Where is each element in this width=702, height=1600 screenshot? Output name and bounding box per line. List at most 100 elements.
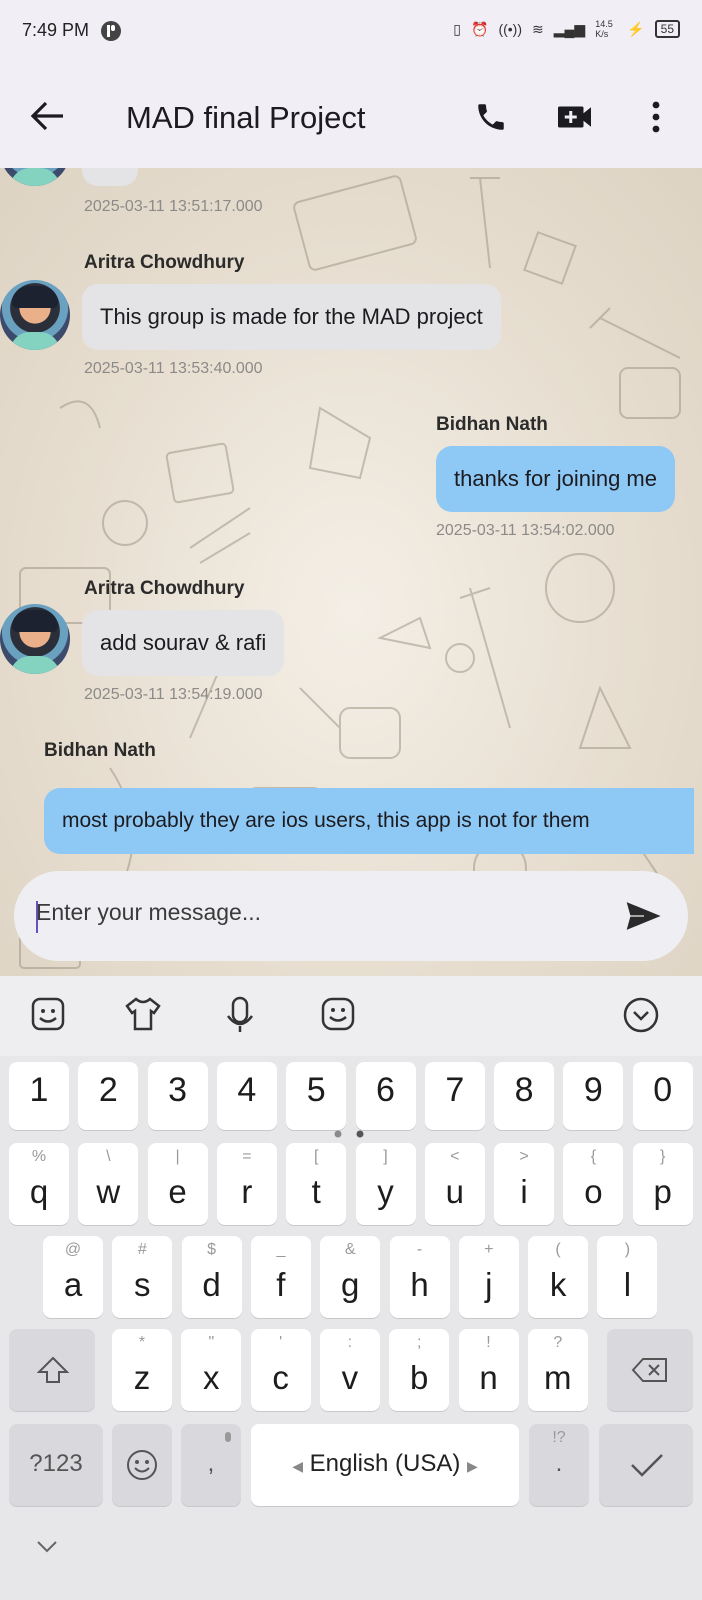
key-label: ◀ English (USA) ▶ [251, 1450, 519, 1478]
backspace-key[interactable] [607, 1329, 693, 1411]
key-hint: % [31, 1148, 47, 1165]
key-b[interactable]: ; b [389, 1329, 450, 1411]
message-text: This group is made for the MAD project [100, 304, 483, 329]
key-d[interactable]: $ d [181, 1236, 242, 1318]
key-t[interactable]: [t [286, 1143, 347, 1225]
symbols-key[interactable]: ?123 [9, 1424, 103, 1506]
status-time: 7:49 PM [22, 20, 90, 40]
comma-key[interactable]: , [181, 1424, 241, 1506]
key-7[interactable]: 7 [424, 1062, 485, 1130]
message-composer[interactable]: Enter your message... [14, 871, 688, 961]
mic-hint-icon [225, 1432, 231, 1442]
key-hint: - [416, 1241, 423, 1258]
key-hint: < [450, 1148, 460, 1165]
key-0[interactable]: 0 [632, 1062, 693, 1130]
key-u[interactable]: < u [424, 1143, 485, 1225]
shift-key[interactable] [9, 1329, 95, 1411]
key-hint: | [175, 1148, 180, 1165]
more-vert-icon[interactable] [650, 100, 662, 134]
key-k[interactable]: (k [528, 1236, 589, 1318]
key-hint: ' [279, 1334, 283, 1351]
key-label: k [549, 1266, 567, 1303]
avatar[interactable] [0, 280, 70, 350]
battery-level: 55 [654, 20, 680, 38]
message-sender: Aritra Chowdhury [84, 252, 245, 273]
key-r[interactable]: = r [216, 1143, 277, 1225]
hide-keyboard-icon[interactable] [36, 1540, 58, 1554]
message-text: add sourav & rafi [100, 630, 267, 655]
collapse-keyboard-icon[interactable] [622, 996, 660, 1034]
send-icon[interactable] [624, 899, 664, 933]
key-label: . [555, 1450, 563, 1477]
message-bubble: This group is made for the MAD project [82, 284, 501, 350]
back-arrow-icon[interactable] [30, 100, 66, 132]
key-label: w [96, 1173, 121, 1210]
app-bar: MAD final Project [0, 64, 702, 168]
key-label: m [544, 1359, 572, 1396]
key-label: 6 [376, 1071, 395, 1109]
key-l[interactable]: ) l [597, 1236, 658, 1318]
key-4[interactable]: 4 [216, 1062, 277, 1130]
checkmark-icon [631, 1454, 663, 1477]
key-o[interactable]: {o [563, 1143, 624, 1225]
key-hint: = [242, 1148, 252, 1165]
key-9[interactable]: 9 [563, 1062, 624, 1130]
hotspot-icon: ((•)) [498, 21, 523, 37]
app-notification-icon [101, 21, 121, 41]
key-f[interactable]: _ f [250, 1236, 311, 1318]
message-sender: Bidhan Nath [44, 740, 156, 761]
key-x[interactable]: " x [181, 1329, 242, 1411]
key-n[interactable]: ! n [458, 1329, 519, 1411]
key-e[interactable]: | e [147, 1143, 208, 1225]
key-label: t [311, 1173, 321, 1210]
key-label: ?123 [29, 1450, 83, 1477]
key-label: a [63, 1266, 83, 1303]
key-6[interactable]: 6 [355, 1062, 416, 1130]
video-call-icon[interactable] [558, 102, 594, 132]
key-y[interactable]: ] y [355, 1143, 416, 1225]
alarm-icon: ⏰ [471, 20, 489, 37]
theme-shirt-icon[interactable] [124, 996, 162, 1032]
key-w[interactable]: \ w [78, 1143, 139, 1225]
sticker-icon[interactable] [30, 996, 66, 1032]
period-key[interactable]: !?. [529, 1424, 589, 1506]
message-input[interactable]: Enter your message... [36, 899, 261, 926]
emoji-face-icon[interactable] [320, 996, 356, 1032]
chat-area[interactable]: 2025-03-11 13:51:17.000 Aritra Chowdhury… [0, 168, 702, 976]
key-8[interactable]: 8 [494, 1062, 555, 1130]
key-5[interactable]: 5 [286, 1062, 347, 1130]
key-label: x [203, 1359, 220, 1396]
key-j[interactable]: + j [458, 1236, 519, 1318]
key-1[interactable]: 1 [9, 1062, 69, 1130]
chevron-left-icon: ◀ [292, 1458, 303, 1474]
chat-title: MAD final Project [126, 100, 366, 135]
key-p[interactable]: } p [632, 1143, 693, 1225]
key-c[interactable]: ' c [250, 1329, 311, 1411]
key-z[interactable]: * z [112, 1329, 172, 1411]
key-g[interactable]: & g [320, 1236, 381, 1318]
key-s[interactable]: # s [112, 1236, 173, 1318]
microphone-icon[interactable] [226, 996, 254, 1034]
emoji-icon [127, 1450, 157, 1480]
message-timestamp: 2025-03-11 13:54:02.000 [436, 522, 615, 539]
vibrate-icon: ▯ [453, 20, 462, 37]
emoji-key[interactable] [112, 1424, 172, 1506]
key-label: v [341, 1359, 359, 1396]
key-3[interactable]: 3 [147, 1062, 208, 1130]
enter-key[interactable] [599, 1424, 693, 1506]
key-label: z [133, 1359, 151, 1396]
message-bubble [82, 168, 138, 186]
key-hint: ? [553, 1334, 563, 1351]
key-h[interactable]: -h [389, 1236, 450, 1318]
key-a[interactable]: @ a [43, 1236, 103, 1318]
key-hint: { [590, 1148, 597, 1165]
key-v[interactable]: :v [319, 1329, 380, 1411]
key-m[interactable]: ? m [527, 1329, 588, 1411]
avatar[interactable] [0, 604, 70, 674]
key-2[interactable]: 2 [78, 1062, 139, 1130]
key-label: 7 [445, 1071, 465, 1109]
key-i[interactable]: > i [494, 1143, 555, 1225]
key-q[interactable]: % q [9, 1143, 69, 1225]
phone-icon[interactable] [474, 100, 508, 134]
space-key[interactable]: ◀ English (USA) ▶ [251, 1424, 519, 1506]
